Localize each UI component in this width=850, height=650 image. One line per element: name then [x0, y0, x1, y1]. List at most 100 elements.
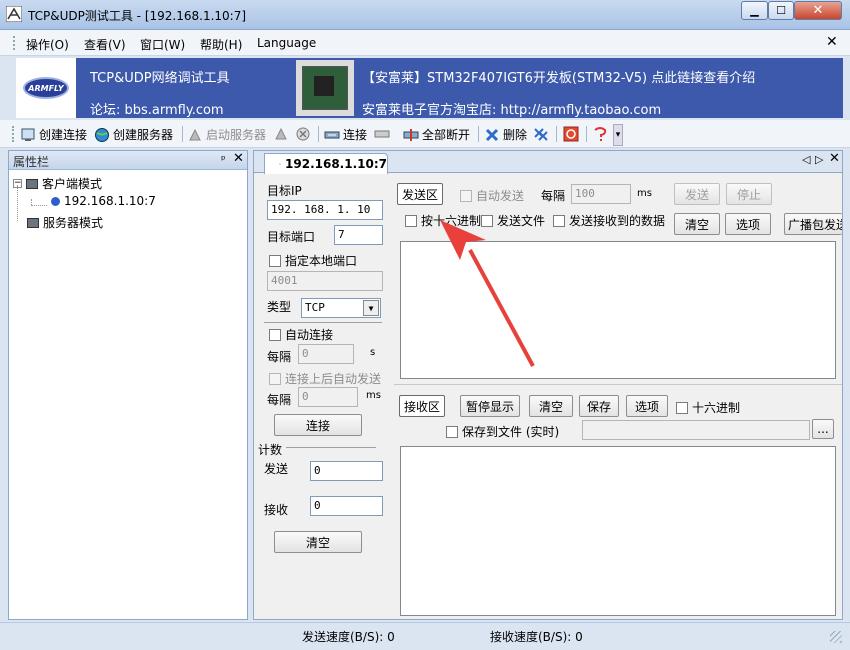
maximize-button[interactable]: ☐	[768, 1, 794, 20]
menu-view[interactable]: 查看(V)	[84, 36, 126, 53]
tree-client-label: 客户端模式	[42, 177, 103, 191]
recv-save-button[interactable]: 保存	[579, 395, 619, 417]
pin-icon[interactable]: ᵖ	[221, 153, 226, 166]
ad-banner[interactable]: ARMFLY TCP&UDP网络调试工具 论坛: bbs.armfly.com …	[16, 58, 843, 118]
help-icon	[594, 127, 607, 141]
property-panel: 属性栏 ᵖ ✕ − 客户端模式 192.168.1.10:7 服务器模式	[8, 150, 248, 620]
checkbox-box[interactable]	[460, 189, 472, 202]
type-select[interactable]: TCP ▼	[301, 298, 381, 318]
checkbox-box[interactable]	[553, 214, 565, 227]
stop-send-button[interactable]: 停止	[726, 183, 772, 205]
start-server-icon	[189, 128, 201, 140]
local-port-input[interactable]: 4001	[267, 271, 383, 291]
auto-send-label: 自动发送	[476, 189, 525, 203]
send-area-button[interactable]: 发送区	[397, 183, 443, 205]
interval2-unit: ms	[366, 390, 381, 401]
connect-label: 连接	[343, 128, 368, 142]
power-button[interactable]	[563, 126, 579, 142]
splitter[interactable]	[394, 384, 842, 385]
auto-send-checkbox[interactable]: 自动发送	[460, 187, 524, 204]
connect-button[interactable]: 连接	[324, 126, 367, 143]
checkbox-box[interactable]	[269, 372, 281, 385]
property-panel-header: 属性栏 ᵖ ✕	[9, 151, 247, 170]
title-bar: TCP&UDP测试工具 - [192.168.1.10:7] ▁ ☐ ✕	[0, 0, 850, 30]
delete-button[interactable]: 删除	[484, 126, 527, 143]
recv-text-area[interactable]	[400, 446, 836, 616]
window-title: TCP&UDP测试工具 - [192.168.1.10:7]	[28, 9, 247, 23]
recv-options-button[interactable]: 选项	[626, 395, 668, 417]
pause-display-button[interactable]: 暂停显示	[460, 395, 520, 417]
tree-client-mode[interactable]: − 客户端模式	[13, 175, 102, 192]
banner-board-link[interactable]: 【安富莱】STM32F407IGT6开发板(STM32-V5) 点此链接查看介绍	[362, 67, 755, 86]
connect-button-main[interactable]: 连接	[274, 414, 362, 436]
menu-help[interactable]: 帮助(H)	[200, 36, 242, 53]
panel-close-icon[interactable]: ✕	[233, 151, 244, 166]
send-button[interactable]: 发送	[674, 183, 720, 205]
checkbox-box[interactable]	[405, 214, 417, 227]
auto-send-after-connect-checkbox[interactable]: 连接上后自动发送	[269, 370, 381, 387]
recv-area-button[interactable]: 接收区	[399, 395, 445, 417]
help-button[interactable]	[592, 126, 608, 142]
interval2-input[interactable]: 0	[298, 387, 358, 407]
chevron-down-icon[interactable]: ▼	[363, 300, 379, 316]
interval-input[interactable]: 0	[298, 344, 354, 364]
stop-circle-icon	[296, 127, 310, 141]
stop-button[interactable]	[295, 126, 311, 142]
disconnect-all-icon	[403, 128, 419, 141]
recv-hex-checkbox[interactable]: 十六进制	[676, 399, 740, 416]
tab-prev-icon[interactable]: ◁	[802, 153, 810, 166]
tree-connection-item[interactable]: 192.168.1.10:7	[51, 194, 156, 208]
save-file-path-input[interactable]	[582, 420, 810, 440]
toolbar-separator	[318, 126, 319, 142]
checkbox-box[interactable]	[446, 425, 458, 438]
checkbox-box[interactable]	[269, 328, 281, 341]
divider	[264, 322, 382, 323]
banner-shop-link[interactable]: 安富莱电子官方淘宝店: http://armfly.taobao.com	[362, 99, 661, 118]
recv-clear-button[interactable]: 清空	[529, 395, 573, 417]
menu-language[interactable]: Language	[257, 36, 316, 50]
send-received-checkbox[interactable]: 发送接收到的数据	[553, 212, 665, 229]
menu-operate[interactable]: 操作(O)	[26, 36, 69, 53]
tab-close-icon[interactable]: ✕	[829, 151, 840, 166]
menu-window[interactable]: 窗口(W)	[140, 36, 185, 53]
send-options-button[interactable]: 选项	[725, 213, 771, 235]
delete-all-button[interactable]	[533, 126, 549, 142]
maximize-icon: ☐	[776, 4, 786, 17]
minimize-button[interactable]: ▁	[741, 1, 768, 20]
mdi-close-icon[interactable]: ✕	[826, 34, 838, 50]
local-port-checkbox[interactable]: 指定本地端口	[269, 252, 357, 269]
checkbox-box[interactable]	[269, 254, 281, 267]
counter-clear-button[interactable]: 清空	[274, 531, 362, 553]
start-server-button[interactable]: 启动服务器	[187, 126, 266, 143]
resize-grip[interactable]	[830, 631, 842, 643]
banner-forum[interactable]: 论坛: bbs.armfly.com	[90, 99, 224, 118]
create-server-button[interactable]: 创建服务器	[94, 126, 173, 143]
minimize-icon: ▁	[750, 4, 759, 17]
disconnect-all-button[interactable]: 全部断开	[403, 126, 470, 143]
tab-strip: 192.168.1.10:7 ◁ ▷ ✕	[254, 151, 842, 174]
connection-tab-icon	[279, 163, 281, 165]
tab-connection[interactable]: 192.168.1.10:7	[264, 153, 388, 174]
auto-send-after-label: 连接上后自动发送	[285, 372, 382, 386]
send-clear-button[interactable]: 清空	[674, 213, 720, 235]
broadcast-send-button[interactable]: 广播包发送	[784, 213, 842, 235]
checkbox-box[interactable]	[676, 401, 688, 414]
power-icon	[563, 126, 579, 142]
tree-server-mode[interactable]: 服务器模式	[27, 214, 103, 231]
close-button[interactable]: ✕	[794, 1, 842, 20]
stop-server-button[interactable]	[273, 126, 289, 142]
browse-button[interactable]: ...	[812, 419, 834, 439]
toolbar-overflow-button[interactable]: ▾	[613, 124, 623, 146]
target-ip-input[interactable]: 192. 168. 1. 10	[267, 200, 383, 220]
auto-connect-checkbox[interactable]: 自动连接	[269, 326, 333, 343]
send-every-input[interactable]: 100	[571, 184, 631, 204]
toolbar: 创建连接 创建服务器 启动服务器 连接 全部断开 删除 ▾	[0, 120, 850, 148]
tab-next-icon[interactable]: ▷	[815, 153, 823, 166]
globe-icon	[95, 127, 109, 142]
save-to-file-checkbox[interactable]: 保存到文件 (实时)	[446, 423, 559, 440]
red-arrow-annotation	[440, 220, 535, 367]
create-connection-button[interactable]: 创建连接	[20, 126, 87, 143]
connect-icon	[324, 131, 340, 138]
disconnect-button[interactable]	[374, 126, 390, 142]
target-port-input[interactable]: 7	[334, 225, 383, 245]
